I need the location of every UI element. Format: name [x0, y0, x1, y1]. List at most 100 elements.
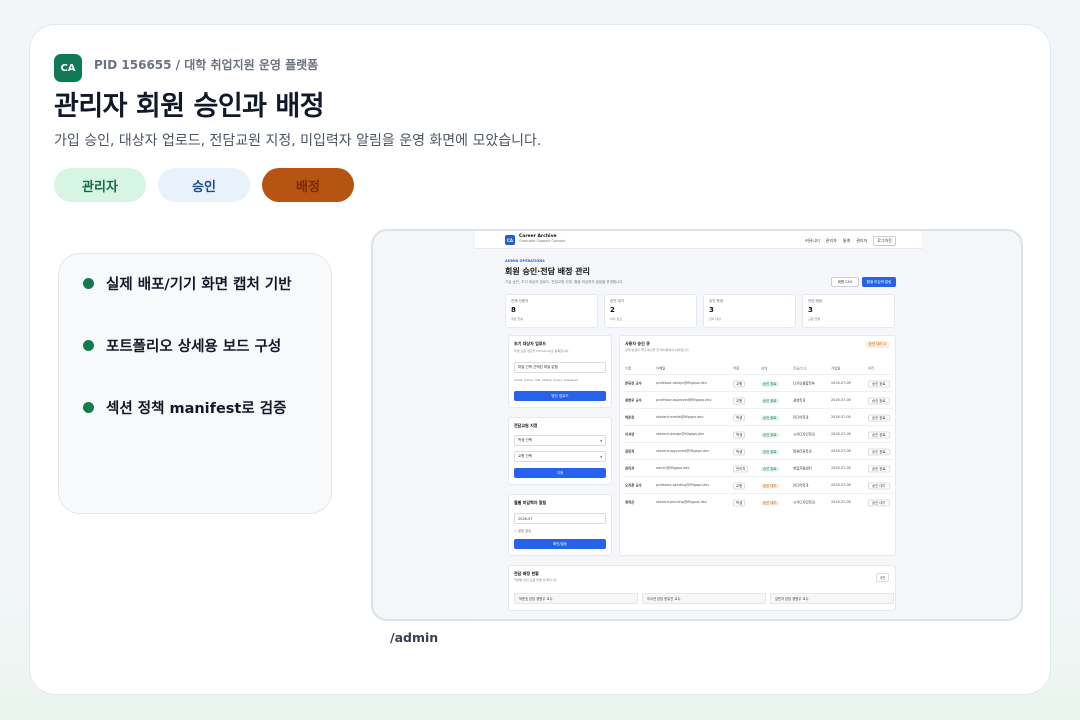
row-action-select[interactable]: 승인 완료: [868, 465, 890, 472]
assignment-item: 박준호 담당 정현우 교수: [514, 593, 638, 604]
table-header: 이름 이메일 역할 상태 전공/소속 가입일 처리: [625, 366, 875, 371]
chip-approval[interactable]: 승인: [158, 168, 250, 202]
assign-title: 전담교원 지정: [514, 423, 538, 428]
row-status-badge: 승인 완료: [761, 466, 779, 471]
row-action-select[interactable]: 승인 완료: [868, 431, 890, 438]
table-row: 오지훈 교수 professor.pending@fillgaps.dev 교원 승인…: [623, 476, 893, 493]
row-name: 정현우 교수: [625, 398, 642, 403]
page-subtitle: 가입 승인, 대상자 업로드, 전담교원 지정, 미입력자 알림을 운영 화면에…: [54, 133, 542, 149]
row-dept: 시각디자인학과: [793, 500, 815, 505]
row-date: 2026-07-08: [831, 398, 851, 402]
row-date: 2026-07-08: [831, 415, 851, 419]
row-name: 최하은: [625, 500, 635, 505]
row-role: 교원: [733, 397, 746, 404]
row-date: 2026-07-08: [831, 381, 851, 385]
app-logo: CA: [505, 235, 515, 245]
row-action-select[interactable]: 승인 완료: [868, 448, 890, 455]
stat-card: 전체 사용자 8 계정 현황: [505, 294, 598, 328]
row-status-badge: 승인 완료: [761, 381, 779, 386]
row-email: professor.approved@fillgaps.dev: [656, 398, 712, 402]
stat-card: 승인 학생 3 관리 대상: [703, 294, 796, 328]
table-row: 이서연 student.design@fillgaps.dev 학생 승인 완료 시각디…: [623, 425, 893, 442]
student-select[interactable]: 학생 선택 ▾: [514, 435, 606, 446]
logout-button[interactable]: 로그아웃: [873, 236, 896, 246]
row-status-badge: 승인 완료: [761, 432, 779, 437]
monthly-send-button[interactable]: 확인/발송: [514, 539, 606, 549]
nav-stats[interactable]: 통계: [843, 238, 850, 244]
approval-title: 사용자 승인 큐: [625, 341, 650, 346]
upload-hint: email, name, role, status, major, passwo…: [514, 378, 579, 382]
row-dept: 미디어학과: [793, 415, 809, 420]
feature-list: 실제 배포/기기 화면 캡처 기반 포트폴리오 상세용 보드 구성 섹션 정책 …: [58, 253, 332, 514]
upload-title: 초기 대상자 업로드: [514, 341, 547, 346]
month-input[interactable]: 2026-07: [514, 513, 606, 524]
row-action-select[interactable]: 승인 완료: [868, 414, 890, 421]
app-brand: Career Archive Graduate Support Console: [519, 234, 566, 243]
row-dept: 취업지원센터: [793, 466, 812, 471]
nav-admin-2[interactable]: 관리자: [856, 238, 867, 244]
project-logo: CA: [54, 54, 82, 82]
table-row: 박준호 student.media@fillgaps.dev 학생 승인 완료 미디어학…: [623, 408, 893, 425]
row-role: 교원: [733, 380, 746, 387]
screenshot-path: /admin: [390, 630, 439, 645]
row-role: 학생: [733, 414, 746, 421]
chip-assignment[interactable]: 배정: [262, 168, 354, 202]
assignment-item: 김민지 담당 정현우 교수: [770, 593, 894, 604]
bullet-dot-icon: [83, 340, 94, 351]
row-role: 관리자: [733, 465, 749, 472]
row-dept: 경영학과: [793, 398, 806, 403]
row-role: 교원: [733, 482, 746, 489]
row-action-select[interactable]: 승인 대기: [868, 499, 890, 506]
assignments-sub: 학생별 담당 교원 연결 상태입니다.: [514, 578, 558, 582]
monthly-notify-button[interactable]: 월별 미입력 알림: [862, 277, 896, 287]
assignments-panel: 전담 배정 현황 학생별 담당 교원 연결 상태입니다. 3건 박준호 담당 정…: [508, 565, 896, 611]
approval-table: 이름 이메일 역할 상태 전공/소속 가입일 처리 한유진 교수 professo…: [623, 362, 893, 510]
row-name: 관리자: [625, 466, 635, 471]
monthly-panel: 월별 미입력자 알림 2026-07 ○ 알림 발송 확인/발송: [508, 494, 612, 556]
row-status-badge: 승인 대기: [761, 483, 779, 488]
row-email: professor.design@fillgaps.dev: [656, 381, 707, 385]
row-action-select[interactable]: 승인 완료: [868, 380, 890, 387]
row-email: student.media@fillgaps.dev: [656, 415, 704, 419]
csv-button[interactable]: 회원 CSV: [831, 277, 859, 287]
row-status-badge: 승인 완료: [761, 398, 779, 403]
row-name: 김민지: [625, 449, 635, 454]
table-row: 한유진 교수 professor.design@fillgaps.dev 교원 승인 …: [623, 374, 893, 391]
monthly-title: 월별 미입력자 알림: [514, 500, 547, 505]
assignments-count: 3건: [875, 573, 889, 582]
chevron-down-icon: ▾: [600, 438, 602, 443]
stat-card: 전담 배정 3 교원 연결: [802, 294, 895, 328]
row-name: 이서연: [625, 432, 635, 437]
row-role: 학생: [733, 499, 746, 506]
upload-sub: 학생 교원 명단을 CSV/XLSX로 등록합니다.: [514, 349, 570, 353]
row-action-select[interactable]: 승인 완료: [868, 397, 890, 404]
notify-checkbox[interactable]: ○ 알림 발송: [514, 528, 531, 533]
table-row: 정현우 교수 professor.approved@fillgaps.dev 교원 승…: [623, 391, 893, 408]
assign-button[interactable]: 지정: [514, 468, 606, 478]
screenshot-frame: CA Career Archive Graduate Support Consol…: [371, 229, 1023, 621]
row-name: 오지훈 교수: [625, 483, 642, 488]
approval-panel: 사용자 승인 큐 상태 변경과 역할 확인을 한 테이블에서 처리합니다. 승인…: [619, 335, 896, 556]
assignments-title: 전담 배정 현황: [514, 571, 539, 576]
row-email: student.design@fillgaps.dev: [656, 432, 705, 436]
row-role: 학생: [733, 431, 746, 438]
table-row: 관리자 admin@fillgaps.dev 관리자 승인 완료 취업지원센터 2026-…: [623, 459, 893, 476]
nav-admin[interactable]: 관리자: [826, 238, 837, 244]
row-dept: 미디어학과: [793, 483, 809, 488]
row-email: student.approved@fillgaps.dev: [656, 449, 709, 453]
chevron-down-icon: ▾: [600, 454, 602, 459]
row-action-select[interactable]: 승인 대기: [868, 482, 890, 489]
nav-community[interactable]: 커뮤니티: [805, 238, 820, 244]
approval-sub: 상태 변경과 역할 확인을 한 테이블에서 처리합니다.: [625, 348, 690, 352]
file-input[interactable]: 파일 선택 선택된 파일 없음: [514, 362, 606, 373]
pending-badge: 승인 대기 2: [865, 341, 889, 348]
row-dept: 컴퓨터공학과: [793, 449, 812, 454]
upload-button[interactable]: 명단 업로드: [514, 391, 606, 401]
feature-item: 실제 배포/기기 화면 캡처 기반: [83, 273, 292, 294]
chip-admin[interactable]: 관리자: [54, 168, 146, 202]
teacher-select[interactable]: 교원 선택 ▾: [514, 451, 606, 462]
row-email: admin@fillgaps.dev: [656, 466, 690, 470]
assignment-item: 이서연 담당 한유진 교수: [642, 593, 766, 604]
row-status-badge: 승인 완료: [761, 449, 779, 454]
row-date: 2026-07-08: [831, 432, 851, 436]
